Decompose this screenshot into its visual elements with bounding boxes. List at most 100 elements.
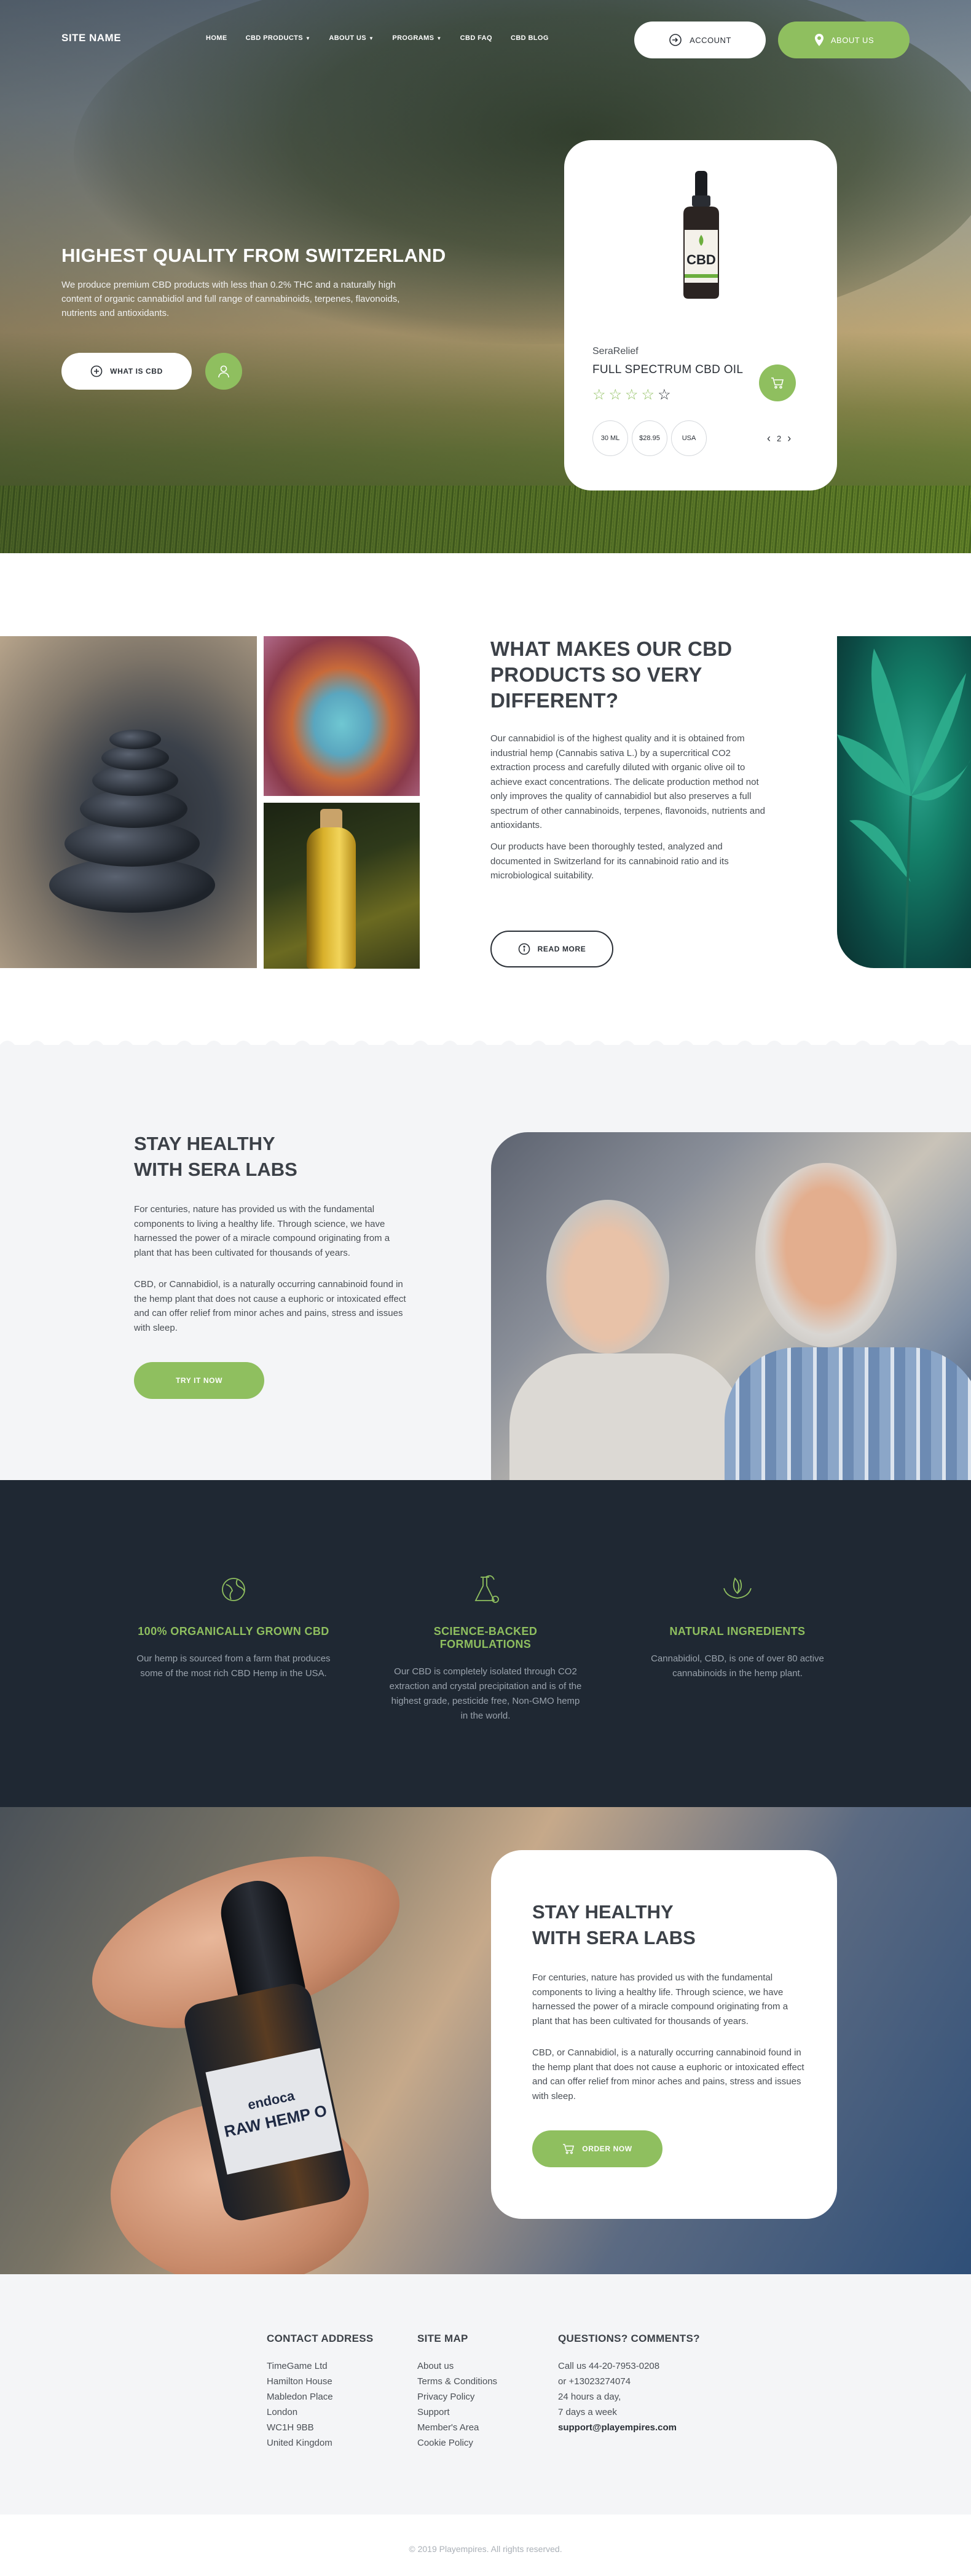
- product-pager: ‹ 2 ›: [767, 432, 791, 445]
- plus-circle-icon: [90, 365, 103, 377]
- address-line: TimeGame Ltd: [267, 2361, 328, 2371]
- nav-item-about-us[interactable]: ABOUT US ▼: [329, 34, 374, 42]
- about-label: ABOUT US: [830, 35, 875, 45]
- sitemap-link-about[interactable]: About us: [417, 2358, 497, 2374]
- phone-line[interactable]: or +13023274074: [558, 2374, 700, 2389]
- address-line: Mabledon Place: [267, 2392, 333, 2402]
- option-size[interactable]: 30 ML: [592, 420, 628, 456]
- section-paragraph: For centuries, nature has provided us wi…: [532, 1972, 788, 2027]
- hours-line: 7 days a week: [558, 2407, 617, 2417]
- different-section: WHAT MAKES OUR CBD PRODUCTS SO VERY DIFF…: [0, 553, 971, 1045]
- pager-number: 2: [777, 434, 782, 443]
- man-head: [755, 1163, 897, 1347]
- order-now-label: ORDER NOW: [582, 2145, 632, 2153]
- star-icon-filled[interactable]: ☆: [592, 386, 606, 404]
- option-region[interactable]: USA: [671, 420, 707, 456]
- site-logo[interactable]: SITE NAME: [61, 32, 121, 44]
- order-card: STAY HEALTHY WITH SERA LABS For centurie…: [491, 1850, 837, 2219]
- cart-icon: [771, 377, 784, 389]
- hero-section: SITE NAME HOME CBD PRODUCTS ▼ ABOUT US ▼ P…: [0, 0, 971, 553]
- globe-leaf-icon: [222, 1578, 245, 1601]
- account-button[interactable]: ACCOUNT: [634, 22, 766, 58]
- section-paragraph: Our products have been thoroughly tested…: [490, 841, 729, 881]
- section-paragraph: CBD, or Cannabidiol, is a naturally occu…: [134, 1279, 406, 1333]
- phone-line[interactable]: Call us 44-20-7953-0208: [558, 2358, 700, 2374]
- login-icon: [669, 34, 682, 46]
- about-us-button[interactable]: ABOUT US: [778, 22, 910, 58]
- star-icon-filled[interactable]: ☆: [625, 386, 639, 404]
- section-title: STAY HEALTHY WITH SERA LABS: [134, 1131, 297, 1183]
- add-to-cart-button[interactable]: [759, 364, 796, 401]
- product-name[interactable]: FULL SPECTRUM CBD OIL: [592, 363, 743, 377]
- footer: CONTACT ADDRESS TimeGame Ltd Hamilton Ho…: [0, 2274, 971, 2515]
- section-paragraph: Our cannabidiol is of the highest qualit…: [490, 733, 765, 830]
- cart-icon: [563, 2144, 575, 2154]
- address-line: United Kingdom: [267, 2438, 332, 2448]
- nav-menu: HOME CBD PRODUCTS ▼ ABOUT US ▼ PROGRAMS ▼ C…: [206, 34, 549, 42]
- order-now-button[interactable]: ORDER NOW: [532, 2130, 662, 2167]
- product-brand: SeraRelief: [592, 346, 639, 356]
- star-icon-filled[interactable]: ☆: [609, 386, 623, 404]
- cbd-bottle-image: CBD: [683, 171, 719, 299]
- feature-science: SCIENCE-BACKED FORMULATIONS Our CBD is c…: [387, 1572, 584, 1723]
- cannabis-leaf-image: [837, 636, 971, 968]
- sitemap-link-privacy[interactable]: Privacy Policy: [417, 2389, 497, 2405]
- hero-description: We produce premium CBD products with les…: [61, 280, 400, 318]
- woman-head: [546, 1200, 669, 1353]
- nav-item-cbd-products[interactable]: CBD PRODUCTS ▼: [246, 34, 311, 42]
- feature-natural: NATURAL INGREDIENTS Cannabidiol, CBD, is…: [639, 1572, 836, 1681]
- bottle-label-text: CBD: [686, 252, 716, 267]
- sitemap-link-support[interactable]: Support: [417, 2405, 497, 2420]
- nav-label: ABOUT US: [329, 34, 367, 42]
- title-line: STAY HEALTHY: [134, 1133, 275, 1154]
- what-is-cbd-label: WHAT IS CBD: [110, 367, 163, 376]
- sitemap-link-cookie[interactable]: Cookie Policy: [417, 2435, 497, 2451]
- try-it-now-button[interactable]: TRY IT NOW: [134, 1362, 264, 1399]
- nav-item-cbd-faq[interactable]: CBD FAQ: [460, 34, 492, 42]
- star-icon-filled[interactable]: ☆: [642, 386, 655, 404]
- option-price[interactable]: $28.95: [632, 420, 667, 456]
- title-line: WITH SERA LABS: [134, 1159, 297, 1180]
- canyon-image: [264, 636, 420, 796]
- user-button[interactable]: [205, 353, 242, 390]
- sitemap-link-terms[interactable]: Terms & Conditions: [417, 2374, 497, 2389]
- nav-label: CBD BLOG: [510, 34, 549, 42]
- copyright-text: © 2019 Playempires. All rights reserved.: [409, 2544, 562, 2554]
- read-more-label: READ MORE: [537, 945, 586, 953]
- what-is-cbd-button[interactable]: WHAT IS CBD: [61, 353, 192, 390]
- section-title: STAY HEALTHY WITH SERA LABS: [532, 1899, 696, 1951]
- senior-couple-image: [491, 1132, 971, 1480]
- footer-sitemap: SITE MAP About us Terms & Conditions Pri…: [417, 2333, 497, 2451]
- woman-shape: [509, 1353, 743, 1480]
- title-line: STAY HEALTHY: [532, 1901, 674, 1923]
- read-more-button[interactable]: READ MORE: [490, 931, 613, 967]
- feature-title: NATURAL INGREDIENTS: [669, 1625, 806, 1637]
- nav-label: PROGRAMS: [392, 34, 434, 42]
- user-icon: [218, 365, 229, 378]
- sitemap-link-members[interactable]: Member's Area: [417, 2420, 497, 2435]
- footer-questions: QUESTIONS? COMMENTS? Call us 44-20-7953-…: [558, 2333, 700, 2435]
- nav-item-home[interactable]: HOME: [206, 34, 227, 42]
- nav-item-cbd-blog[interactable]: CBD BLOG: [511, 34, 549, 42]
- footer-heading: SITE MAP: [417, 2333, 468, 2344]
- caret-down-icon: ▼: [305, 35, 311, 41]
- hours-line: 24 hours a day,: [558, 2392, 621, 2402]
- nav-label: HOME: [206, 34, 227, 42]
- rating-stars[interactable]: ☆ ☆ ☆ ☆ ☆: [592, 386, 671, 404]
- flask-leaf-icon: [474, 1575, 499, 1603]
- chevron-left-icon[interactable]: ‹: [767, 432, 771, 445]
- address-line: Hamilton House: [267, 2376, 332, 2387]
- feature-text: Cannabidiol, CBD, is one of over 80 acti…: [651, 1653, 824, 1679]
- feature-title: 100% ORGANICALLY GROWN CBD: [138, 1625, 329, 1637]
- account-label: ACCOUNT: [690, 35, 731, 45]
- wave-divider: [0, 1041, 971, 1054]
- leaf-drawing: [837, 648, 971, 968]
- star-icon-empty[interactable]: ☆: [658, 386, 671, 404]
- features-section: 100% ORGANICALLY GROWN CBD Our hemp is s…: [0, 1480, 971, 1807]
- footer-heading: CONTACT ADDRESS: [267, 2333, 374, 2344]
- nav-item-programs[interactable]: PROGRAMS ▼: [392, 34, 441, 42]
- feature-organic: 100% ORGANICALLY GROWN CBD Our hemp is s…: [135, 1572, 332, 1681]
- chevron-right-icon[interactable]: ›: [787, 432, 791, 445]
- support-email-link[interactable]: support@playempires.com: [558, 2420, 700, 2435]
- address-line: WC1H 9BB: [267, 2422, 314, 2433]
